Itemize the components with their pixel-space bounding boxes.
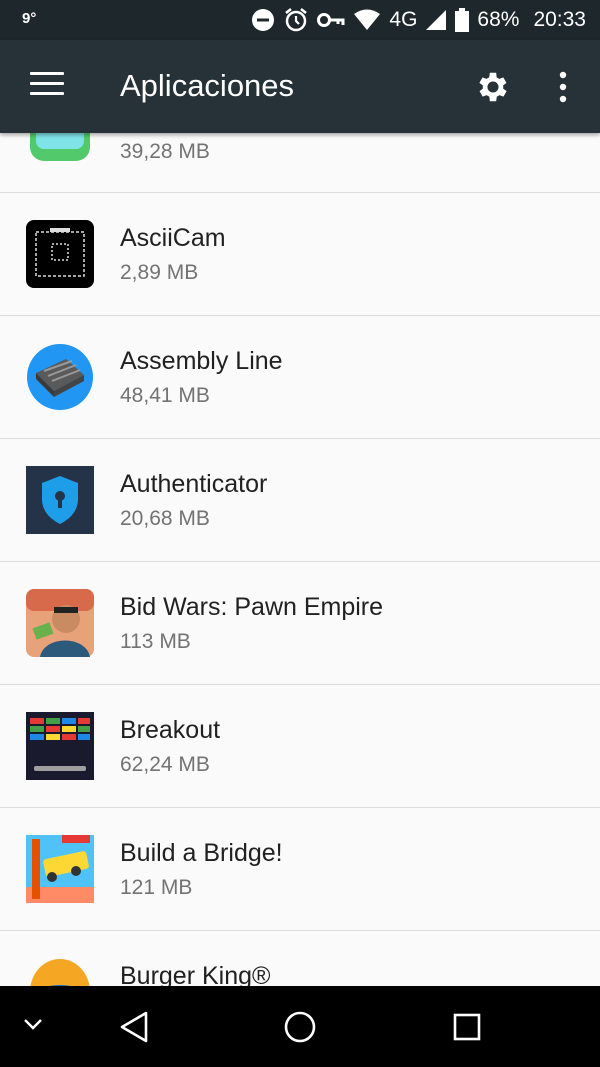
app-size: 2,89 MB [120, 261, 199, 284]
app-name: Burger King® [120, 962, 271, 986]
authenticator-shield-icon [26, 466, 94, 534]
list-item[interactable]: Breakout 62,24 MB [0, 685, 600, 808]
battery-percent-text: 68% [477, 8, 520, 31]
page-title: Aplicaciones [120, 68, 295, 103]
app-name: Assembly Line [120, 347, 283, 375]
asciicam-icon [26, 220, 94, 288]
temperature-text: 9° [22, 10, 37, 27]
menu-icon[interactable] [30, 72, 64, 96]
bid-wars-icon [26, 589, 94, 657]
status-bar: 9° 4G 68% 20:33 [0, 0, 600, 40]
app-size: 39,28 MB [120, 140, 210, 163]
hide-keyboard-chevron-icon[interactable] [22, 1016, 44, 1032]
assembly-line-icon [27, 344, 93, 410]
network-type-text: 4G [389, 8, 418, 31]
list-item[interactable]: Build a Bridge! 121 MB [0, 808, 600, 931]
list-item[interactable]: Bid Wars: Pawn Empire 113 MB [0, 562, 600, 685]
app-size: 62,24 MB [120, 753, 210, 776]
navigation-bar [0, 986, 600, 1067]
app-size: 48,41 MB [120, 384, 210, 407]
app-list[interactable]: 39,28 MB AsciiCam 2,89 MB Assembly Line … [0, 133, 600, 986]
battery-icon [455, 8, 470, 32]
list-item[interactable]: 39,28 MB [0, 133, 600, 193]
recents-icon[interactable] [452, 1012, 482, 1042]
green-app-icon [30, 133, 90, 161]
app-name: Authenticator [120, 470, 268, 498]
app-bar: Aplicaciones [0, 40, 600, 133]
time-text: 20:33 [533, 8, 586, 31]
app-size: 113 MB [120, 630, 191, 653]
gear-icon[interactable] [474, 68, 512, 106]
list-item[interactable]: AsciiCam 2,89 MB [0, 193, 600, 316]
app-size: 20,68 MB [120, 507, 210, 530]
list-item[interactable]: Authenticator 20,68 MB [0, 439, 600, 562]
do-not-disturb-icon [252, 9, 275, 31]
list-item[interactable]: Burger King® [0, 931, 600, 986]
burger-king-icon [30, 959, 90, 986]
app-name: AsciiCam [120, 224, 226, 252]
home-icon[interactable] [283, 1010, 317, 1044]
app-name: Bid Wars: Pawn Empire [120, 593, 384, 621]
signal-icon [426, 10, 447, 30]
vpn-key-icon [317, 13, 345, 27]
app-name: Breakout [120, 716, 221, 744]
more-vert-icon[interactable] [552, 70, 574, 104]
app-name: Build a Bridge! [120, 839, 283, 867]
app-size: 121 MB [120, 876, 193, 899]
status-icons: 4G 68% 20:33 [251, 6, 586, 34]
wifi-icon [354, 9, 381, 30]
breakout-icon [26, 712, 94, 780]
list-item[interactable]: Assembly Line 48,41 MB [0, 316, 600, 439]
alarm-icon [285, 8, 308, 32]
build-a-bridge-icon [26, 835, 94, 903]
back-icon[interactable] [118, 1010, 150, 1044]
